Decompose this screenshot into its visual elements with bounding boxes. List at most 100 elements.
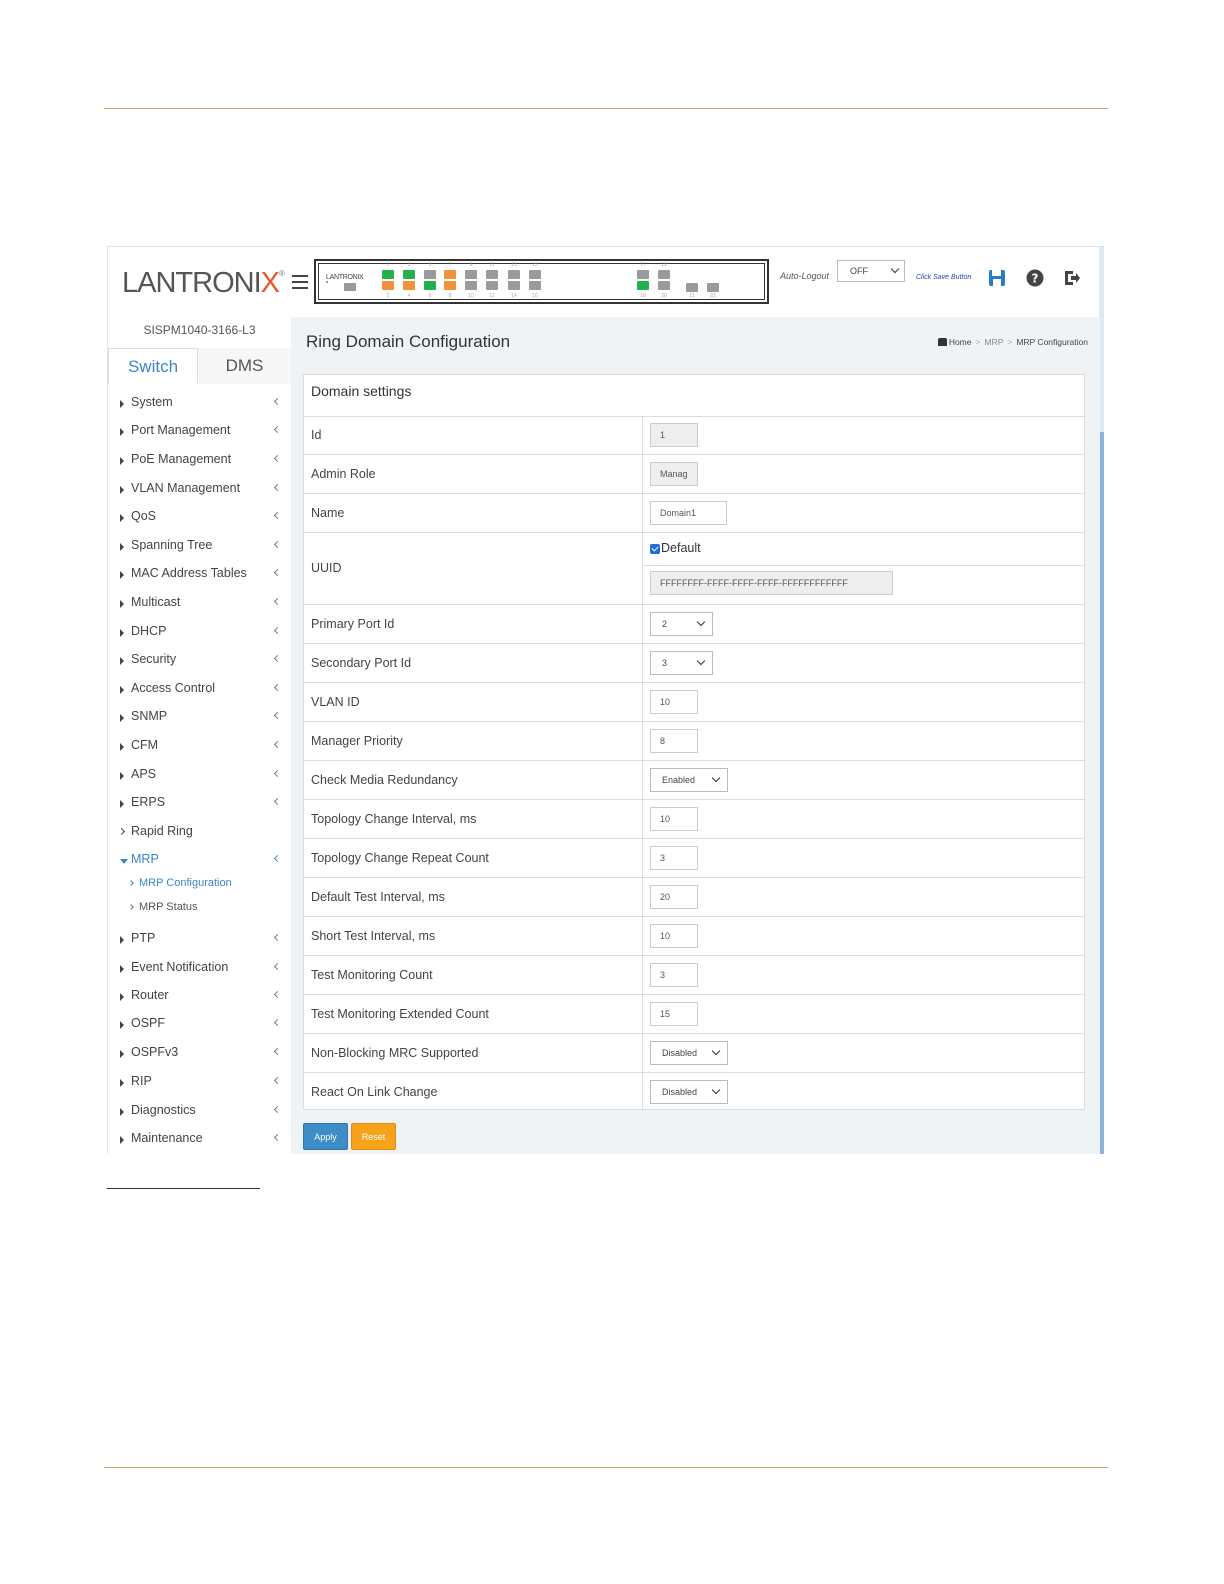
port-13[interactable]: [508, 270, 520, 279]
chevron-left-icon: [273, 711, 282, 720]
port-21[interactable]: [686, 283, 698, 292]
logout-icon[interactable]: [1063, 269, 1081, 287]
breadcrumb-home[interactable]: Home: [949, 337, 972, 347]
footnote-rule: [107, 1188, 260, 1189]
sidebar-item-erps[interactable]: ERPS: [108, 795, 291, 817]
sidebar-item-mrp[interactable]: MRP: [108, 852, 291, 874]
secondary-port-select[interactable]: 3: [650, 651, 713, 675]
row-short-test-interval: Short Test Interval, ms 10: [304, 917, 1084, 956]
port-20[interactable]: [658, 281, 670, 290]
port-22[interactable]: [707, 283, 719, 292]
port-10[interactable]: [465, 281, 477, 290]
sidebar-item-label: MRP: [131, 852, 159, 866]
select-value: 2: [662, 619, 668, 629]
row-topology-change-interval: Topology Change Interval, ms 10: [304, 800, 1084, 839]
chevron-left-icon: [273, 397, 282, 406]
port-15[interactable]: [529, 270, 541, 279]
sidebar-tabs: DMS Switch: [108, 348, 291, 384]
port-1[interactable]: [382, 270, 394, 279]
port-12[interactable]: [486, 281, 498, 290]
row-vlan-id: VLAN ID 10: [304, 683, 1084, 722]
port-11[interactable]: [486, 270, 498, 279]
test-monitoring-extended-input[interactable]: 15: [650, 1002, 698, 1026]
sidebar-item-security[interactable]: Security: [108, 652, 291, 674]
sidebar-item-vlan-management[interactable]: VLAN Management: [108, 481, 291, 503]
test-monitoring-count-input[interactable]: 3: [650, 963, 698, 987]
column-divider: [642, 800, 643, 838]
uuid-default-checkbox[interactable]: [650, 544, 660, 554]
sidebar-item-ospfv3[interactable]: OSPFv3: [108, 1045, 291, 1067]
sidebar-item-snmp[interactable]: SNMP: [108, 709, 291, 731]
sidebar-item-poe-management[interactable]: PoE Management: [108, 452, 291, 474]
topology-change-repeat-input[interactable]: 3: [650, 846, 698, 870]
check-media-redundancy-select[interactable]: Enabled: [650, 768, 728, 792]
port-3[interactable]: [403, 270, 415, 279]
sidebar-item-event-notification[interactable]: Event Notification: [108, 960, 291, 982]
port-8[interactable]: [444, 281, 456, 290]
name-input[interactable]: Domain1: [650, 501, 727, 525]
port-number: 8: [448, 293, 452, 299]
sidebar-item-label: Access Control: [131, 681, 216, 695]
short-test-interval-input[interactable]: 10: [650, 924, 698, 948]
port-2[interactable]: [382, 281, 394, 290]
sidebar-item-rapid-ring[interactable]: Rapid Ring: [108, 824, 291, 846]
non-blocking-mrc-select[interactable]: Disabled: [650, 1041, 728, 1065]
sidebar-item-ptp[interactable]: PTP: [108, 931, 291, 953]
help-icon[interactable]: ?: [1026, 269, 1044, 287]
sidebar-item-system[interactable]: System: [108, 395, 291, 417]
primary-port-select[interactable]: 2: [650, 612, 713, 636]
reset-button[interactable]: Reset: [351, 1123, 396, 1150]
sidebar-item-cfm[interactable]: CFM: [108, 738, 291, 760]
save-icon[interactable]: [988, 269, 1006, 287]
column-divider: [642, 416, 643, 454]
sidebar-subitem-mrp-status[interactable]: MRP Status: [108, 901, 291, 919]
tab-dms[interactable]: DMS: [198, 348, 291, 384]
sidebar-subitem-mrp-configuration[interactable]: MRP Configuration: [108, 877, 291, 895]
topology-change-interval-input[interactable]: 10: [650, 807, 698, 831]
sidebar-item-label: Security: [131, 652, 177, 666]
sidebar-item-multicast[interactable]: Multicast: [108, 595, 291, 617]
sidebar-item-port-management[interactable]: Port Management: [108, 423, 291, 445]
port-14[interactable]: [508, 281, 520, 290]
port-16[interactable]: [529, 281, 541, 290]
port-5[interactable]: [424, 270, 436, 279]
chevron-left-icon: [273, 597, 282, 606]
sidebar-item-router[interactable]: Router: [108, 988, 291, 1010]
port-7[interactable]: [444, 270, 456, 279]
default-test-interval-input[interactable]: 20: [650, 885, 698, 909]
port-18[interactable]: [637, 281, 649, 290]
field-label: Secondary Port Id: [311, 656, 412, 670]
react-on-link-change-select[interactable]: Disabled: [650, 1080, 728, 1104]
row-default-test-interval: Default Test Interval, ms 20: [304, 878, 1084, 917]
breadcrumb-mrp[interactable]: MRP: [984, 337, 1003, 347]
tab-switch[interactable]: Switch: [108, 348, 198, 384]
column-divider: [642, 1034, 643, 1072]
sidebar-item-aps[interactable]: APS: [108, 767, 291, 789]
sidebar-item-rip[interactable]: RIP: [108, 1074, 291, 1096]
port-6[interactable]: [424, 281, 436, 290]
apply-button[interactable]: Apply: [303, 1123, 348, 1150]
menu-toggle-icon[interactable]: [292, 275, 308, 289]
sidebar-item-qos[interactable]: QoS: [108, 509, 291, 531]
sidebar-item-access-control[interactable]: Access Control: [108, 681, 291, 703]
sidebar-item-ospf[interactable]: OSPF: [108, 1016, 291, 1038]
lantronix-logo: LANTRONIX®: [122, 267, 285, 299]
chevron-left-icon: [273, 962, 282, 971]
vlan-id-input[interactable]: 10: [650, 690, 698, 714]
sidebar-item-spanning-tree[interactable]: Spanning Tree: [108, 538, 291, 560]
sidebar-item-diagnostics[interactable]: Diagnostics: [108, 1103, 291, 1125]
port-number: 20: [661, 293, 667, 299]
field-label: Test Monitoring Count: [311, 968, 433, 982]
port-19[interactable]: [658, 270, 670, 279]
port-4[interactable]: [403, 281, 415, 290]
chevron-right-icon: [128, 880, 134, 886]
sidebar-item-mac-address-tables[interactable]: MAC Address Tables: [108, 566, 291, 588]
port-17[interactable]: [637, 270, 649, 279]
column-divider: [642, 995, 643, 1033]
column-divider: [642, 605, 643, 643]
sidebar-item-dhcp[interactable]: DHCP: [108, 624, 291, 646]
manager-priority-input[interactable]: 8: [650, 729, 698, 753]
port-9[interactable]: [465, 270, 477, 279]
auto-logout-select[interactable]: OFF: [837, 260, 905, 282]
sidebar-item-maintenance[interactable]: Maintenance: [108, 1131, 291, 1153]
